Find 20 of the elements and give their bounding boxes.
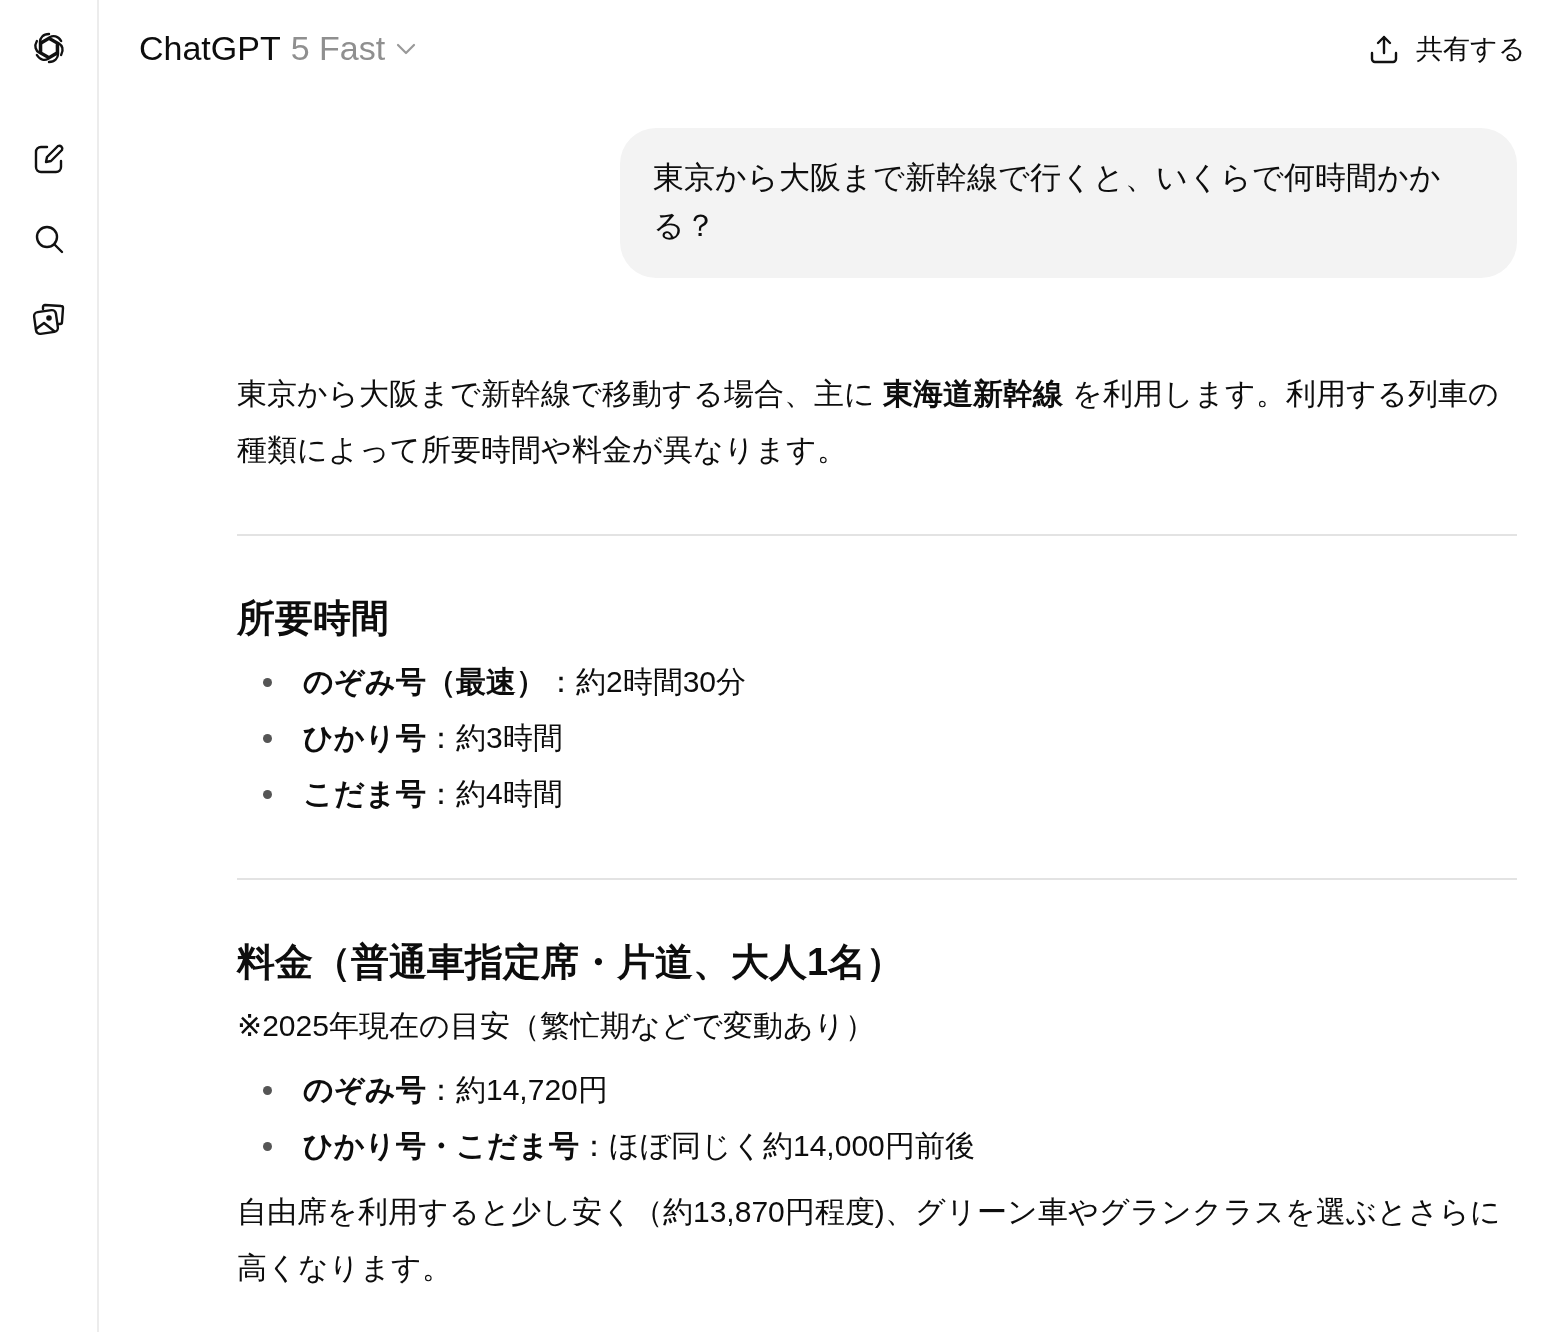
list-item-text: のぞみ号：約14,720円 <box>303 1072 608 1108</box>
list-item-text: こだま号：約4時間 <box>303 776 563 812</box>
list-item-text: ひかり号：約3時間 <box>303 720 563 756</box>
bullet-dot <box>263 1085 272 1095</box>
section-heading: 所要時間 <box>237 596 390 641</box>
list-item-text: のぞみ号（最速）：約2時間30分 <box>303 664 747 700</box>
bullet-dot <box>263 677 272 687</box>
user-message: 東京から大阪まで新幹線で行くと、いくらで何時間かかる？ <box>620 128 1517 278</box>
caret-icon <box>395 41 418 56</box>
list-item-text: ひかり号・こだま号：ほぼ同じく約14,000円前後 <box>303 1128 975 1164</box>
share-button[interactable]: 共有する <box>1368 30 1526 67</box>
bullet-dot <box>263 789 272 799</box>
bullet-dot <box>263 1141 272 1151</box>
response-paragraph: 東京から大阪まで新幹線で移動する場合、主に 東海道新幹線 を利用します。利用する列車の種類によって所要時間や料金が異なります。 <box>237 376 1500 468</box>
model-selector[interactable]: ChatGPT 5 Fast <box>139 29 418 68</box>
images-icon[interactable] <box>31 302 66 336</box>
response-paragraph: 自由席を利用すると少し安く（約13,870円程度)、グリーン車やグランクラスを選ぶとさらに高くなります。 <box>237 1194 1502 1286</box>
note-text: ※2025年現在の目安（繁忙期などで変動あり） <box>237 1008 876 1044</box>
section-heading: 料金（普通車指定席・片道、大人1名） <box>237 940 906 985</box>
bullet-dot <box>263 733 272 743</box>
